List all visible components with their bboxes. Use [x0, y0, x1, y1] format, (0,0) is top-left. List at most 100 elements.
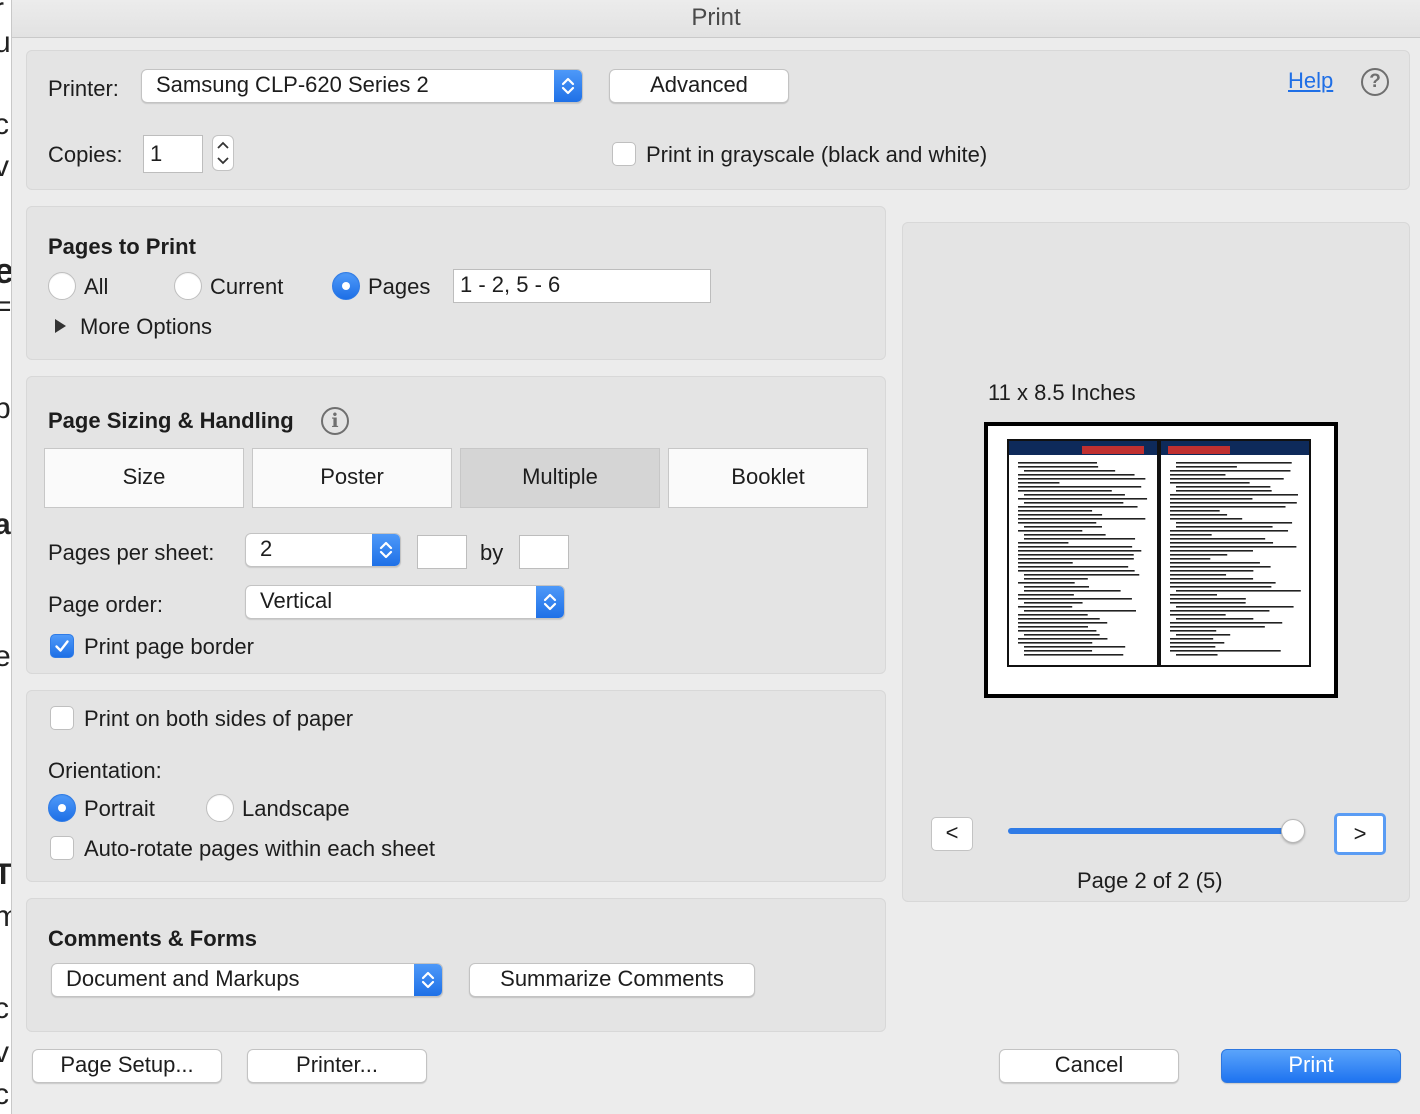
thumbnail-text-line	[1176, 490, 1272, 492]
thumbnail-text-line	[1018, 498, 1148, 500]
thumbnail-text-line	[1018, 622, 1108, 624]
select-arrows-icon	[372, 534, 400, 566]
thumbnail-text-line	[1170, 554, 1228, 556]
thumbnail-text-line	[1018, 554, 1134, 556]
print-button[interactable]: Print	[1221, 1049, 1401, 1083]
thumbnail-text-line	[1018, 642, 1093, 644]
radio-portrait-label: Portrait	[84, 796, 155, 821]
thumbnail-text-line	[1024, 494, 1125, 496]
thumbnail-text-line	[1170, 642, 1225, 644]
info-icon[interactable]: i	[321, 407, 349, 435]
grayscale-checkbox[interactable]	[612, 142, 636, 166]
page-status: Page 2 of 2 (5)	[1077, 868, 1223, 893]
thumbnail-text-line	[1170, 470, 1291, 472]
thumbnail-text-line	[1024, 610, 1136, 612]
thumbnail-text-line	[1170, 546, 1297, 548]
printer-button[interactable]: Printer...	[247, 1049, 427, 1083]
advanced-button[interactable]: Advanced	[609, 69, 789, 103]
auto-rotate-checkbox[interactable]	[50, 836, 74, 860]
thumbnail-text-line	[1176, 522, 1293, 524]
thumbnail-text-line	[1018, 550, 1142, 552]
pages-per-sheet-select[interactable]: 2	[245, 533, 401, 567]
thumbnail-text-line	[1176, 486, 1271, 488]
more-options-label[interactable]: More Options	[80, 314, 212, 340]
next-page-button[interactable]: >	[1334, 813, 1386, 855]
page-order-label: Page order:	[48, 592, 163, 617]
thumbnail-text-line	[1018, 522, 1097, 524]
thumbnail-text-line	[1024, 586, 1090, 588]
pages-per-sheet-columns-field[interactable]	[417, 535, 467, 569]
thumbnail-text-line	[1018, 506, 1138, 508]
print-border-checkbox[interactable]	[50, 634, 74, 658]
thumbnail-text-line	[1176, 618, 1254, 620]
thumbnail-text-line	[1170, 614, 1226, 616]
thumbnail-text-line	[1018, 618, 1100, 620]
printer-label: Printer:	[48, 76, 119, 101]
by-label: by	[480, 540, 504, 565]
background-window-edge: rucv e=b aeT mcvc	[0, 0, 12, 1114]
thumbnail-text-line	[1170, 498, 1253, 500]
thumbnail-text-line	[1176, 654, 1218, 656]
pages-per-sheet-rows-field[interactable]	[519, 535, 569, 569]
thumbnail-text-line	[1018, 582, 1075, 584]
page-order-value: Vertical	[260, 588, 333, 613]
thumbnail-text-line	[1018, 518, 1146, 520]
thumbnail-text-line	[1018, 566, 1129, 568]
thumbnail-text-line	[1170, 550, 1253, 552]
thumbnail-text-line	[1018, 562, 1073, 564]
thumbnail-text-line	[1018, 594, 1074, 596]
thumbnail-text-line	[1170, 518, 1243, 520]
thumbnail-text-line	[1170, 586, 1272, 588]
thumbnail-text-line	[1018, 570, 1135, 572]
radio-portrait[interactable]	[48, 794, 76, 822]
summarize-comments-button[interactable]: Summarize Comments	[469, 963, 755, 997]
radio-current[interactable]	[174, 272, 202, 300]
thumbnail-text-line	[1018, 542, 1069, 544]
thumbnail-text-line	[1024, 650, 1093, 652]
disclosure-triangle-icon[interactable]	[54, 318, 68, 339]
previous-page-button[interactable]: <	[931, 817, 973, 851]
thumbnail-text-line	[1024, 654, 1124, 656]
page-setup-button[interactable]: Page Setup...	[32, 1049, 222, 1083]
thumbnail-text-line	[1176, 590, 1301, 592]
thumbnail-text-line	[1170, 630, 1217, 632]
comments-forms-select[interactable]: Document and Markups	[51, 963, 443, 997]
comments-forms-heading: Comments & Forms	[48, 926, 258, 951]
tab-poster[interactable]: Poster	[252, 448, 452, 508]
thumbnail-text-line	[1170, 542, 1274, 544]
copies-stepper[interactable]	[212, 135, 234, 171]
tab-booklet[interactable]: Booklet	[668, 448, 868, 508]
cancel-button[interactable]: Cancel	[999, 1049, 1179, 1083]
thumbnail-text-line	[1170, 506, 1286, 508]
copies-field[interactable]: 1	[143, 135, 203, 173]
select-arrows-icon	[414, 964, 442, 996]
both-sides-checkbox[interactable]	[50, 706, 74, 730]
radio-pages[interactable]	[332, 272, 360, 300]
orientation-label: Orientation:	[48, 758, 162, 783]
tab-size[interactable]: Size	[44, 448, 244, 508]
thumbnail-text-line	[1170, 610, 1270, 612]
radio-landscape[interactable]	[206, 794, 234, 822]
thumbnail-text-line	[1018, 474, 1135, 476]
page-sizing-heading: Page Sizing & Handling	[48, 408, 294, 433]
thumbnail-text-line	[1018, 478, 1146, 480]
thumbnail-text-line	[1018, 546, 1133, 548]
page-slider-track[interactable]	[1008, 828, 1296, 834]
thumbnail-text-line	[1176, 526, 1273, 528]
tab-multiple[interactable]: Multiple	[460, 448, 660, 508]
help-icon[interactable]: ?	[1361, 68, 1389, 96]
help-link[interactable]: Help	[1288, 68, 1333, 94]
printer-select[interactable]: Samsung CLP-620 Series 2	[141, 69, 583, 103]
radio-all[interactable]	[48, 272, 76, 300]
thumbnail-text-line	[1018, 466, 1099, 468]
page-slider-knob[interactable]	[1281, 819, 1305, 843]
auto-rotate-label: Auto-rotate pages within each sheet	[84, 836, 436, 861]
thumbnail-text-line	[1018, 482, 1060, 484]
page-range-field[interactable]: 1 - 2, 5 - 6	[453, 269, 711, 303]
thumbnail-text-line	[1170, 594, 1218, 596]
thumbnail-text-line	[1024, 526, 1102, 528]
thumbnail-text-line	[1170, 626, 1265, 628]
thumbnail-text-line	[1176, 634, 1231, 636]
thumbnail-text-line	[1176, 462, 1292, 464]
page-order-select[interactable]: Vertical	[245, 585, 565, 619]
